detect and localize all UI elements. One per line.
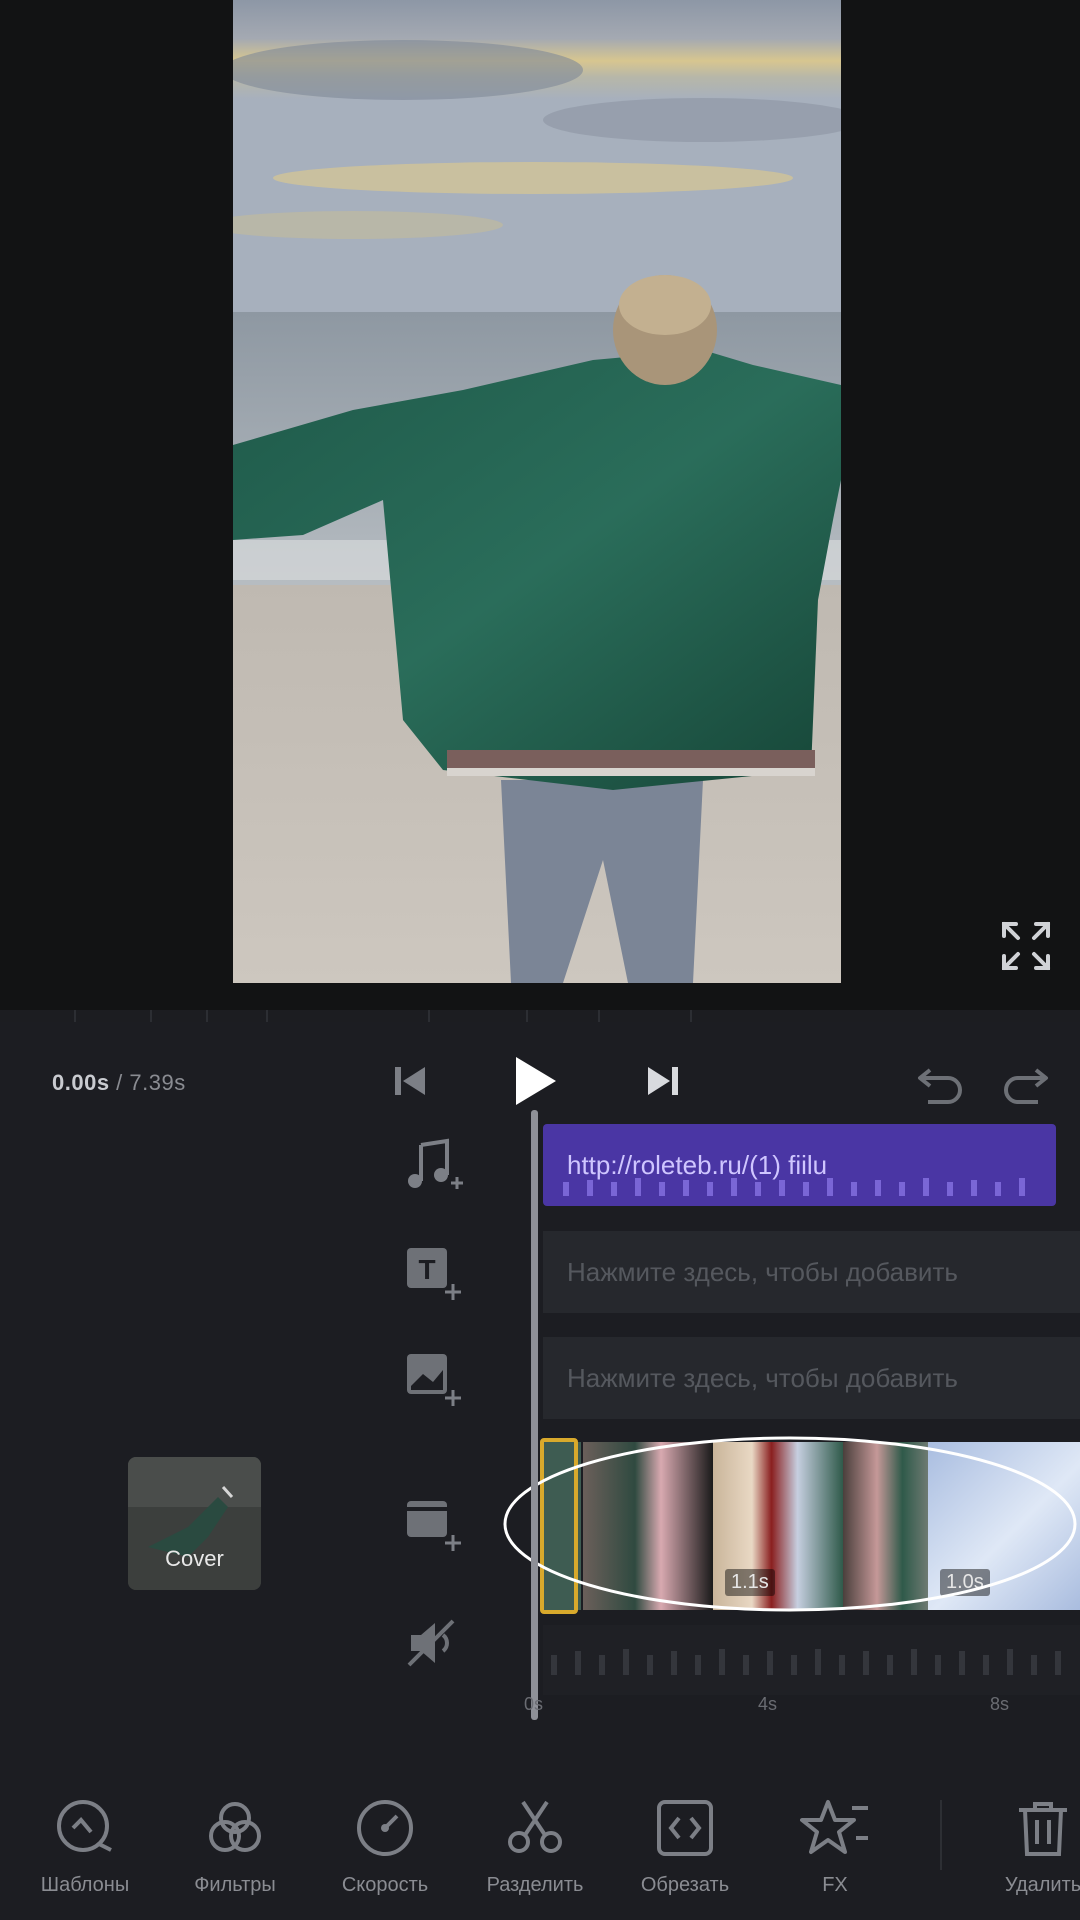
filters-button[interactable]: Фильтры xyxy=(160,1788,310,1897)
video-preview xyxy=(0,0,1080,1010)
speed-icon xyxy=(357,1800,413,1856)
filters-icon xyxy=(209,1802,261,1852)
current-time: 0.00s xyxy=(52,1070,110,1095)
templates-button[interactable]: Шаблоны xyxy=(10,1788,160,1897)
music-track[interactable]: http://roleteb.ru/(1) fiilu xyxy=(543,1124,1056,1206)
timeline-ruler: 0s 4s 8s xyxy=(520,1690,1080,1730)
preview-frame-image[interactable] xyxy=(233,0,841,983)
progress-strip[interactable] xyxy=(0,1010,1080,1022)
time-readout: 0.00s / 7.39s xyxy=(52,1070,186,1096)
play-button[interactable] xyxy=(500,1046,570,1116)
add-sticker-button[interactable] xyxy=(398,1343,468,1413)
fullscreen-icon[interactable] xyxy=(998,918,1054,974)
text-track-placeholder: Нажмите здесь, чтобы добавить xyxy=(567,1257,958,1287)
mute-button[interactable] xyxy=(398,1608,468,1678)
crop-icon xyxy=(657,1800,713,1856)
delete-button[interactable]: Удалить xyxy=(968,1788,1080,1897)
split-label: Разделить xyxy=(486,1874,584,1896)
sticker-add-icon xyxy=(407,1354,461,1406)
fx-label: FX xyxy=(822,1874,848,1896)
speaker-mute-icon xyxy=(407,1619,455,1667)
ruler-tick-label: 8s xyxy=(990,1694,1010,1714)
speed-label: Скорость xyxy=(341,1874,429,1896)
filters-label: Фильтры xyxy=(194,1874,276,1896)
sticker-track-placeholder: Нажмите здесь, чтобы добавить xyxy=(567,1363,958,1393)
skip-forward-icon xyxy=(648,1067,678,1095)
svg-text:T: T xyxy=(418,1254,435,1285)
undo-button[interactable] xyxy=(906,1046,976,1116)
undo-icon xyxy=(918,1068,962,1104)
ruler-tick-label: 4s xyxy=(758,1694,778,1714)
audio-waveform-track xyxy=(543,1625,1080,1695)
trim-label: Обрезать xyxy=(640,1874,730,1896)
templates-label: Шаблоны xyxy=(40,1874,130,1896)
cover-label: Cover xyxy=(165,1546,224,1571)
redo-button[interactable] xyxy=(990,1046,1060,1116)
fx-star-icon xyxy=(800,1800,868,1854)
scissors-icon xyxy=(508,1800,562,1853)
music-waveform xyxy=(563,1178,1025,1196)
trim-button[interactable]: Обрезать xyxy=(610,1788,760,1897)
sticker-track[interactable]: Нажмите здесь, чтобы добавить xyxy=(543,1337,1080,1419)
text-add-icon: T xyxy=(407,1248,461,1300)
editor-panel: 0.00s / 7.39s T Cover http://roleteb.ru/… xyxy=(0,1022,1080,1920)
total-time: 7.39s xyxy=(129,1070,186,1095)
redo-icon xyxy=(1004,1068,1048,1104)
playhead[interactable] xyxy=(531,1110,538,1720)
delete-label: Удалить xyxy=(1004,1874,1080,1896)
bottom-toolbar: Шаблоны Фильтры Скорость Разделить Обрез… xyxy=(0,1750,1080,1920)
text-track[interactable]: Нажмите здесь, чтобы добавить xyxy=(543,1231,1080,1313)
video-add-icon xyxy=(407,1501,461,1551)
skip-back-icon xyxy=(395,1067,425,1095)
music-note-add-icon xyxy=(408,1138,463,1189)
add-clip-button[interactable] xyxy=(398,1488,468,1558)
time-separator: / xyxy=(109,1070,130,1095)
add-music-button[interactable] xyxy=(398,1130,468,1200)
speed-button[interactable]: Скорость xyxy=(310,1788,460,1897)
toolbar-divider xyxy=(940,1800,942,1870)
add-text-button[interactable]: T xyxy=(398,1237,468,1307)
ruler-tick-label: 0s xyxy=(524,1694,544,1714)
jump-start-button[interactable] xyxy=(376,1046,446,1116)
fx-button[interactable]: FX xyxy=(760,1788,910,1897)
highlight-oval xyxy=(503,1436,1077,1612)
cover-thumbnail[interactable]: Cover xyxy=(128,1457,261,1590)
play-icon xyxy=(516,1057,556,1105)
trash-icon xyxy=(1019,1802,1067,1856)
template-icon xyxy=(57,1800,112,1852)
jump-end-button[interactable] xyxy=(627,1046,697,1116)
split-button[interactable]: Разделить xyxy=(460,1788,610,1897)
